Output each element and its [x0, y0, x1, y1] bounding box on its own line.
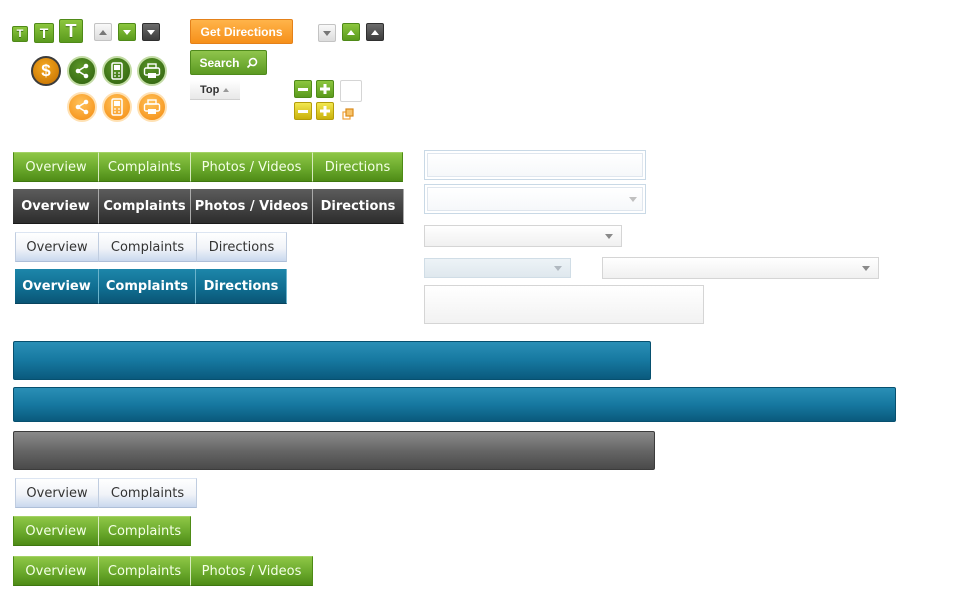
- select-inner: [427, 187, 643, 211]
- dollar-icon-button[interactable]: $: [31, 56, 61, 86]
- header-bar-gray: [13, 431, 655, 470]
- share-icon: [75, 99, 89, 115]
- mobile-phone-icon: [111, 62, 123, 80]
- tab-bar-teal: Overview Complaints Directions: [15, 269, 287, 304]
- print-icon-button-green[interactable]: [137, 56, 167, 86]
- text-size-medium-button[interactable]: T: [34, 23, 54, 43]
- dropdown-button-gray[interactable]: [318, 24, 336, 42]
- chevron-down-icon: [323, 30, 331, 36]
- text-size-small-button[interactable]: T: [12, 26, 28, 42]
- tab-overview[interactable]: Overview: [13, 516, 99, 546]
- tab-bar-dark: Overview Complaints Photos / Videos Dire…: [13, 189, 404, 224]
- tab-overview[interactable]: Overview: [15, 232, 99, 262]
- scroll-down-button-dark[interactable]: [142, 23, 160, 41]
- get-directions-button[interactable]: Get Directions: [190, 19, 293, 44]
- mobile-phone-icon-button-orange[interactable]: [102, 92, 132, 122]
- text-size-large-button[interactable]: T: [59, 19, 83, 43]
- tab-complaints[interactable]: Complaints: [99, 478, 197, 508]
- mobile-phone-icon-button-green[interactable]: [102, 56, 132, 86]
- textarea-box[interactable]: [424, 285, 704, 324]
- mobile-phone-icon: [111, 98, 123, 116]
- search-icon: [246, 57, 257, 68]
- minus-icon: [298, 109, 308, 113]
- minus-icon: [298, 87, 308, 91]
- select-box-small[interactable]: [424, 258, 571, 278]
- tab-overview[interactable]: Overview: [13, 189, 99, 224]
- plus-icon: [320, 106, 330, 116]
- zoom-out-button-green[interactable]: [294, 80, 312, 98]
- chevron-up-icon: [347, 29, 355, 35]
- scroll-up-button-gray[interactable]: [94, 23, 112, 41]
- external-link-icon[interactable]: [342, 108, 354, 120]
- text-size-small-label: T: [16, 27, 24, 40]
- chevron-down-icon: [605, 234, 613, 239]
- chevron-up-icon: [223, 87, 230, 92]
- print-icon: [143, 63, 161, 78]
- dollar-icon: $: [41, 61, 51, 80]
- tab-complaints[interactable]: Complaints: [99, 232, 197, 262]
- search-label: Search: [199, 55, 240, 70]
- text-size-large-label: T: [65, 21, 77, 41]
- tab-photos-videos[interactable]: Photos / Videos: [191, 556, 313, 586]
- blank-button[interactable]: [340, 80, 362, 102]
- chevron-down-icon: [554, 266, 562, 271]
- header-bar-teal-2: [13, 387, 896, 422]
- scroll-up-button-dark[interactable]: [366, 23, 384, 41]
- chevron-down-icon: [147, 29, 155, 35]
- share-icon-button-orange[interactable]: [67, 92, 97, 122]
- header-bar-teal-1: [13, 341, 651, 380]
- tab-directions[interactable]: Directions: [313, 189, 404, 224]
- scroll-down-button-green[interactable]: [118, 23, 136, 41]
- back-to-top-button[interactable]: Top: [190, 80, 240, 100]
- print-icon: [143, 99, 161, 114]
- text-input-inner: [427, 153, 643, 177]
- chevron-down-icon: [123, 29, 131, 35]
- plus-icon: [320, 84, 330, 94]
- chevron-down-icon: [629, 197, 637, 202]
- chevron-up-icon: [371, 29, 379, 35]
- tab-directions[interactable]: Directions: [197, 232, 287, 262]
- zoom-out-button-yellow[interactable]: [294, 102, 312, 120]
- chevron-up-icon: [99, 29, 107, 35]
- tab-bar-green-2: Overview Complaints: [13, 516, 191, 546]
- tab-bar-green-3: Overview Complaints Photos / Videos: [13, 556, 313, 586]
- back-to-top-label: Top: [200, 83, 220, 96]
- tab-complaints[interactable]: Complaints: [99, 152, 191, 182]
- tab-overview[interactable]: Overview: [13, 152, 99, 182]
- search-button[interactable]: Search: [190, 50, 267, 75]
- tab-overview[interactable]: Overview: [15, 478, 99, 508]
- tab-directions[interactable]: Directions: [313, 152, 403, 182]
- tab-bar-light-1: Overview Complaints Directions: [15, 232, 287, 262]
- tab-complaints[interactable]: Complaints: [99, 556, 191, 586]
- share-icon-button-green[interactable]: [67, 56, 97, 86]
- chevron-down-icon: [862, 266, 870, 271]
- scroll-up-button-green[interactable]: [342, 23, 360, 41]
- select-box-medium[interactable]: [424, 225, 622, 247]
- get-directions-label: Get Directions: [200, 24, 283, 39]
- tab-photos-videos[interactable]: Photos / Videos: [191, 189, 313, 224]
- tab-complaints[interactable]: Complaints: [99, 189, 191, 224]
- tab-complaints[interactable]: Complaints: [99, 516, 191, 546]
- share-icon: [75, 63, 89, 79]
- tab-directions[interactable]: Directions: [196, 269, 287, 304]
- tab-complaints[interactable]: Complaints: [99, 269, 196, 304]
- print-icon-button-orange[interactable]: [137, 92, 167, 122]
- select-box-wide[interactable]: [602, 257, 879, 279]
- text-size-medium-label: T: [39, 25, 49, 41]
- tab-photos-videos[interactable]: Photos / Videos: [191, 152, 313, 182]
- tab-bar-green-1: Overview Complaints Photos / Videos Dire…: [13, 152, 403, 182]
- text-input-box[interactable]: [424, 150, 646, 180]
- tab-overview[interactable]: Overview: [15, 269, 99, 304]
- tab-bar-light-2: Overview Complaints: [15, 478, 197, 508]
- zoom-in-button-yellow[interactable]: [316, 102, 334, 120]
- select-box-large[interactable]: [424, 184, 646, 214]
- zoom-in-button-green[interactable]: [316, 80, 334, 98]
- tab-overview[interactable]: Overview: [13, 556, 99, 586]
